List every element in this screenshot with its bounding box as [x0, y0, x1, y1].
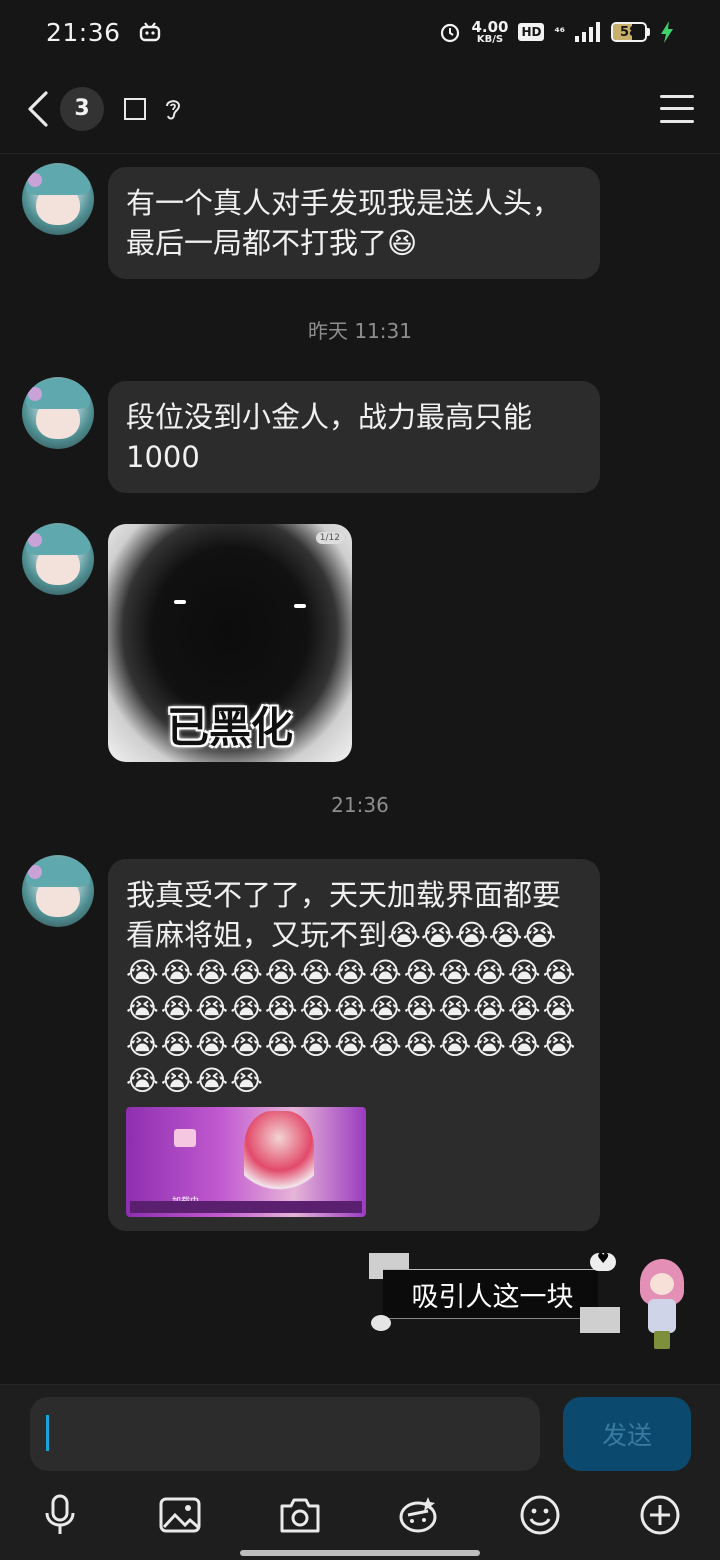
menu-button[interactable]	[660, 94, 694, 123]
charging-icon	[661, 21, 673, 43]
image-icon[interactable]	[158, 1493, 202, 1537]
game-logo	[174, 1129, 196, 1147]
message-timestamp: 昨天 11:31	[308, 319, 412, 343]
cat-eye	[174, 600, 186, 604]
square-icon[interactable]	[124, 97, 146, 120]
chat-title-bar: 3	[0, 64, 720, 154]
alarm-icon	[441, 23, 460, 43]
net-speed: 4.00 KB/S	[471, 17, 509, 45]
emoji-row: 😭😭😭😭😭😭😭😭😭😭😭😭😭	[126, 956, 578, 989]
status-time: 21:36	[46, 17, 121, 47]
battery-icon: 58	[611, 22, 650, 42]
text-caret	[46, 1415, 49, 1451]
contact-avatar[interactable]	[22, 377, 94, 449]
message-bubble[interactable]: 有一个真人对手发现我是送人头，最后一局都不打我了😆	[108, 167, 600, 279]
status-bar: 21:36 4.00 KB/S HD ⁴⁶ 58	[0, 0, 720, 64]
send-button[interactable]: 发送	[563, 1397, 691, 1471]
microphone-icon[interactable]	[38, 1493, 82, 1537]
plus-icon[interactable]	[638, 1493, 682, 1537]
image-message[interactable]: 1/12 已黑化	[108, 524, 352, 762]
image-caption: 已黑化	[166, 703, 293, 752]
unread-count-badge[interactable]: 3	[60, 86, 104, 131]
camera-icon[interactable]	[278, 1493, 322, 1537]
sticker-text: 吸引人这一块	[411, 1282, 574, 1313]
loading-bar	[130, 1201, 362, 1213]
inline-game-screenshot[interactable]: 加载中...	[126, 1107, 366, 1217]
image-page-tag: 1/12	[315, 532, 344, 544]
message-bubble[interactable]: 我真受不了了，天天加载界面都要看麻将姐，又玩不到😭😭😭😭😭 😭😭😭😭😭😭😭😭😭😭…	[108, 859, 600, 1231]
menu-icon	[660, 94, 694, 98]
contact-avatar[interactable]	[22, 523, 94, 595]
sticker-icon[interactable]	[396, 1493, 440, 1537]
contact-avatar[interactable]	[22, 855, 94, 927]
bow-icon	[371, 1315, 391, 1331]
message-timestamp: 21:36	[331, 793, 389, 817]
game-character	[244, 1111, 314, 1201]
cat-eye	[294, 604, 306, 608]
hd-icon: HD	[518, 23, 545, 41]
message-list[interactable]: 有一个真人对手发现我是送人头，最后一局都不打我了😆 昨天 11:31 段位没到小…	[0, 155, 720, 1383]
emoji-row: 😭😭😭😭😭😭😭😭😭😭😭😭😭	[126, 992, 578, 1025]
ear-icon[interactable]	[162, 96, 184, 122]
self-avatar[interactable]	[636, 1259, 688, 1351]
emoji-row: 😭😭😭😭	[126, 1064, 265, 1097]
back-icon	[28, 90, 48, 127]
message-bubble[interactable]: 段位没到小金人，战力最高只能1000	[108, 381, 600, 493]
emoji-icon[interactable]	[518, 1493, 562, 1537]
back-button[interactable]	[26, 87, 56, 131]
emoji-row: 😭😭😭😭😭😭😭😭😭😭😭😭😭	[126, 1028, 578, 1061]
network-type: ⁴⁶	[554, 25, 565, 39]
contact-avatar[interactable]	[22, 163, 94, 235]
heart-icon	[590, 1251, 616, 1271]
home-indicator[interactable]	[240, 1550, 480, 1556]
self-sticker-message[interactable]: 吸引人这一块	[365, 1251, 620, 1335]
app-notification-icon	[139, 22, 160, 42]
signal-icon	[575, 22, 600, 42]
message-text: 我真受不了了，天天加载界面都要看麻将姐，又玩不到😭😭😭😭😭	[126, 878, 562, 952]
message-input[interactable]	[30, 1397, 540, 1471]
chat-toolbar	[0, 1485, 720, 1545]
battery-level: 58	[619, 24, 639, 40]
input-area: 发送	[0, 1384, 720, 1560]
